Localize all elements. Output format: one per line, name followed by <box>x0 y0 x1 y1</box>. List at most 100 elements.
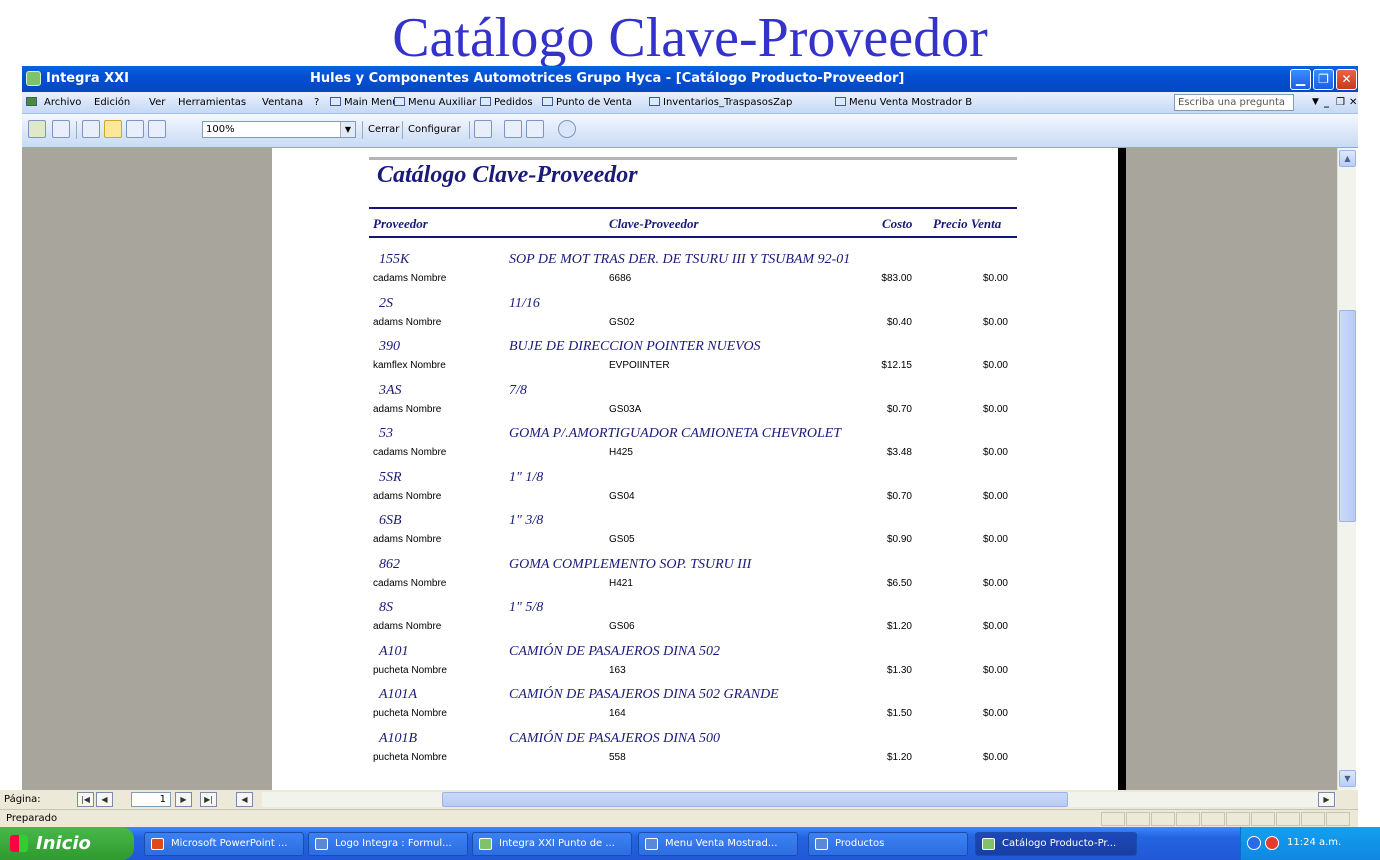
menu-menu-auxiliar[interactable]: Menu Auxiliar <box>394 97 476 108</box>
cost-value: $1.20 <box>886 621 912 632</box>
cost-value: $0.70 <box>886 403 912 415</box>
sale-price-value: $0.00 <box>982 360 1008 371</box>
sale-price-value: $0.00 <box>982 621 1008 632</box>
toolbar-separator <box>402 121 403 139</box>
scroll-right-icon[interactable]: ▶ <box>1318 792 1335 807</box>
report-record: 6SB 1" 3/8 adams Nombre GS05 $0.90 $0.00 <box>272 513 1118 556</box>
vertical-scroll-thumb[interactable] <box>1339 310 1356 522</box>
sale-price-value: $0.00 <box>982 490 1008 502</box>
toolbar-separator <box>362 121 363 139</box>
scroll-up-icon[interactable]: ▲ <box>1339 150 1356 167</box>
product-description: CAMIÓN DE PASAJEROS DINA 502 GRANDE <box>509 687 779 702</box>
menu-venta-mostrador[interactable]: Menu Venta Mostrador B <box>835 97 972 108</box>
task-menu-venta[interactable]: Menu Venta Mostrad... <box>638 832 798 856</box>
cost-value: $1.20 <box>886 751 912 763</box>
provider-name: pucheta Nombre <box>373 751 447 763</box>
menu-edicion[interactable]: Edición <box>94 97 130 108</box>
form-icon <box>815 838 828 850</box>
view-icon[interactable] <box>28 120 46 138</box>
help-icon[interactable] <box>558 120 576 138</box>
page-edge <box>1118 148 1126 790</box>
ask-question-input[interactable]: Escriba una pregunta <box>1174 94 1294 111</box>
product-code: 155K <box>379 252 410 267</box>
page-navigation: Página: |◀ ◀ 1 ▶ ▶| ◀ ▶ <box>0 790 1358 809</box>
header-rule-bottom <box>369 236 1017 238</box>
horizontal-scroll-thumb[interactable] <box>442 792 1068 807</box>
task-powerpoint[interactable]: Microsoft PowerPoint ... <box>144 832 304 856</box>
task-productos[interactable]: Productos <box>808 832 968 856</box>
system-tray: 11:24 a.m. <box>1240 827 1380 860</box>
one-page-icon[interactable] <box>104 120 122 138</box>
report-record: A101B CAMIÓN DE PASAJEROS DINA 500 pucheta… <box>272 731 1118 774</box>
menu-archivo[interactable]: Archivo <box>44 97 81 108</box>
task-logo-integra[interactable]: Logo Integra : Formul... <box>308 832 468 856</box>
product-description: GOMA P/.AMORTIGUADOR CAMIONETA CHEVROLET <box>509 426 842 441</box>
clock[interactable]: 11:24 a.m. <box>1287 837 1341 848</box>
sale-price-value: $0.00 <box>982 447 1008 458</box>
form-icon <box>394 97 405 106</box>
menu-ver[interactable]: Ver <box>149 97 165 108</box>
scroll-left-icon[interactable]: ◀ <box>236 792 253 807</box>
zoom-icon[interactable] <box>82 120 100 138</box>
zoom-select[interactable]: 100% ▼ <box>202 121 356 138</box>
menu-help[interactable]: ? <box>314 97 319 108</box>
product-description: GOMA COMPLEMENTO SOP. TSURU III <box>509 556 752 572</box>
export-icon[interactable] <box>474 120 492 138</box>
sale-price-value: $0.00 <box>982 403 1008 415</box>
close-button[interactable]: ✕ <box>1336 69 1357 90</box>
next-page-icon[interactable]: ▶ <box>175 792 192 807</box>
provider-key: 164 <box>609 708 626 719</box>
minimize-button[interactable]: ▁ <box>1290 69 1311 90</box>
sale-price-value: $0.00 <box>982 664 1008 676</box>
provider-key: GS04 <box>609 490 635 502</box>
cost-value: $6.50 <box>886 577 912 589</box>
product-description: 1" 1/8 <box>509 469 544 485</box>
provider-key: 558 <box>609 751 626 763</box>
menu-ventana[interactable]: Ventana <box>262 97 303 108</box>
two-pages-icon[interactable] <box>126 120 144 138</box>
menu-pedidos[interactable]: Pedidos <box>480 97 533 108</box>
new-object-icon[interactable] <box>526 120 544 138</box>
doc-restore-icon[interactable]: ❐ <box>1336 97 1345 108</box>
restore-button[interactable]: ❐ <box>1313 69 1334 90</box>
page-number-input[interactable]: 1 <box>131 792 171 807</box>
menu-main-menu[interactable]: Main Menu <box>330 97 399 108</box>
provider-key: GS05 <box>609 534 635 545</box>
windows-logo-icon <box>10 835 28 852</box>
product-description: CAMIÓN DE PASAJEROS DINA 500 <box>509 730 721 746</box>
previous-page-icon[interactable]: ◀ <box>96 792 113 807</box>
vertical-scrollbar[interactable]: ▲ ▼ <box>1337 148 1356 790</box>
database-window-icon[interactable] <box>504 120 522 138</box>
product-description: SOP DE MOT TRAS DER. DE TSURU III Y TSUB… <box>509 252 851 267</box>
last-page-icon[interactable]: ▶| <box>200 792 217 807</box>
close-preview-button[interactable]: Cerrar <box>368 124 399 135</box>
menu-punto-de-venta[interactable]: Punto de Venta <box>542 97 632 108</box>
task-catalogo[interactable]: Catálogo Producto-Pr... <box>975 832 1137 856</box>
horizontal-scrollbar[interactable] <box>262 792 1336 807</box>
multiple-pages-icon[interactable] <box>148 120 166 138</box>
network-icon[interactable] <box>1247 836 1261 850</box>
product-description: 11/16 <box>509 295 540 311</box>
window-titlebar[interactable]: Integra XXI Hules y Componentes Automotr… <box>22 66 1358 92</box>
first-page-icon[interactable]: |◀ <box>77 792 94 807</box>
sale-price-value: $0.00 <box>982 708 1008 719</box>
app-title: Integra XXI <box>46 71 130 86</box>
menu-herramientas[interactable]: Herramientas <box>178 97 246 108</box>
report-record: A101A CAMIÓN DE PASAJEROS DINA 502 GRANDE… <box>272 687 1118 730</box>
scroll-down-icon[interactable]: ▼ <box>1339 770 1356 787</box>
print-icon[interactable] <box>52 120 70 138</box>
doc-minimize-icon[interactable]: _ <box>1324 97 1329 108</box>
header-rule-top <box>369 207 1017 209</box>
provider-key: 6686 <box>609 273 632 284</box>
start-button[interactable]: Inicio <box>0 827 134 860</box>
provider-key: 163 <box>609 664 626 676</box>
menu-inventarios[interactable]: Inventarios_TraspasosZap <box>649 97 792 108</box>
report-record: 2S 11/16 adams Nombre GS02 $0.40 $0.00 <box>272 296 1118 339</box>
configure-button[interactable]: Configurar <box>408 124 461 135</box>
provider-name: adams Nombre <box>373 534 442 545</box>
cost-value: $0.70 <box>886 490 912 502</box>
doc-close-icon[interactable]: ✕ <box>1349 97 1357 108</box>
security-icon[interactable] <box>1265 836 1279 850</box>
task-integra-pos[interactable]: Integra XXI Punto de ... <box>472 832 632 856</box>
ask-dropdown-icon[interactable]: ▼ <box>1312 97 1319 107</box>
